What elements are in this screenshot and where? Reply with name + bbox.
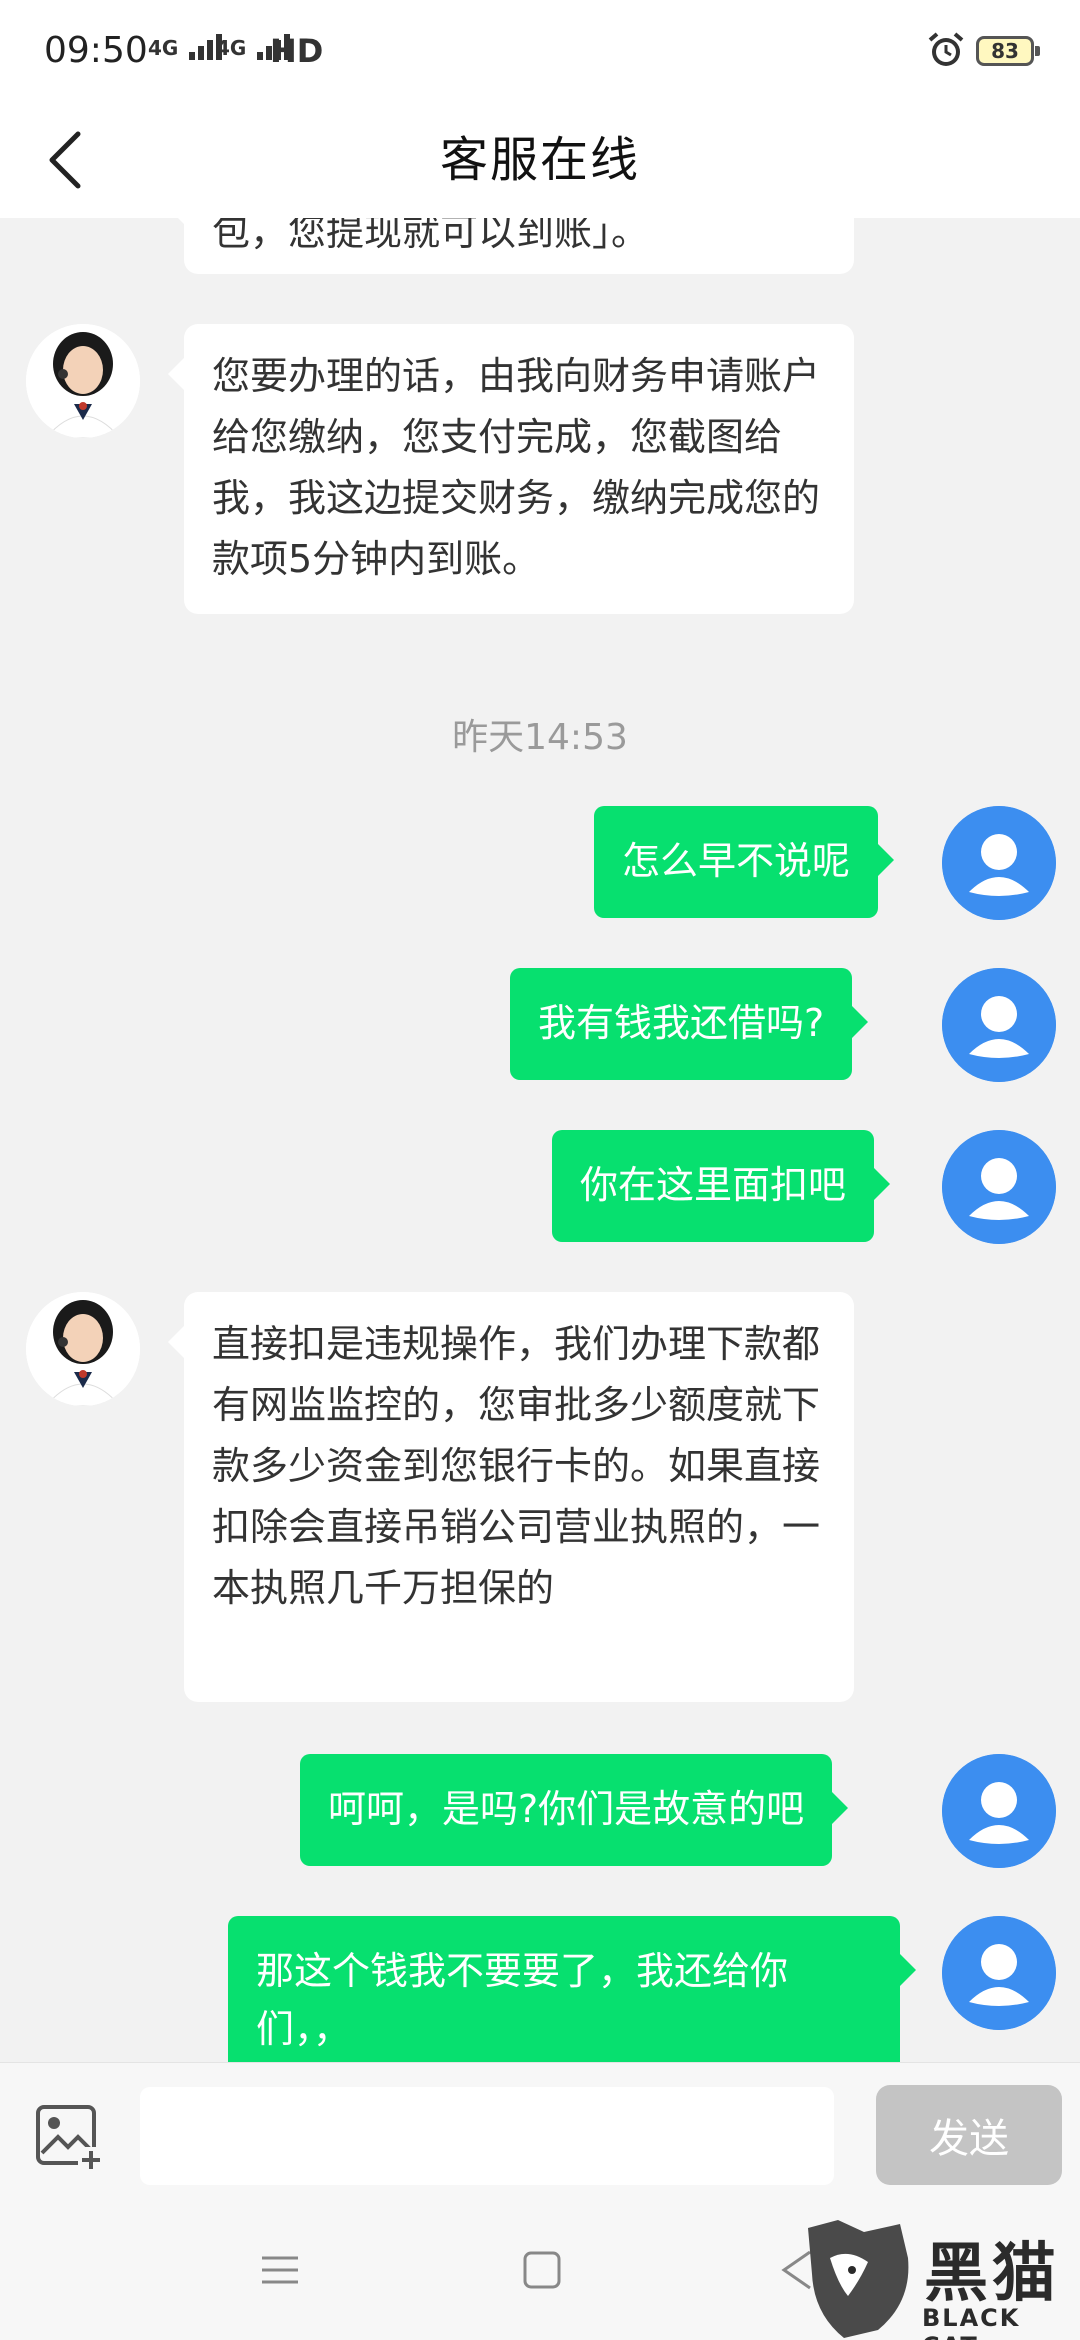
message-text: 怎么早不说呢 xyxy=(622,839,851,883)
message-text: 直接扣是违规操作，我们办理下款都有网监监控的，您审批多少额度就下款多少资金到您银… xyxy=(212,1322,821,1610)
menu-icon[interactable] xyxy=(258,2248,302,2292)
message-user-bubble: 我有钱我还借吗? xyxy=(510,968,869,1080)
user-avatar-icon xyxy=(942,1916,1056,2030)
network-type-1: 4G xyxy=(148,36,179,60)
user-avatar[interactable] xyxy=(942,1754,1056,1868)
watermark-en: BLACK CAT xyxy=(922,2304,1021,2340)
battery-indicator: 83 xyxy=(976,36,1040,66)
message-user-bubble: 怎么早不说呢 xyxy=(594,806,895,918)
page-title: 客服在线 xyxy=(439,132,640,188)
signal-1-icon: 4G xyxy=(148,34,223,60)
user-avatar-icon xyxy=(942,968,1056,1082)
chat-messages: 包，您提现就可以到账」。 您要办理的话，由我向财务申请账户给您缴纳，您支付完成，… xyxy=(0,218,1080,2062)
alarm-icon xyxy=(928,32,964,66)
status-time: 09:50 xyxy=(44,30,148,71)
agent-avatar[interactable] xyxy=(26,324,140,438)
user-avatar[interactable] xyxy=(942,968,1056,1082)
message-user-bubble: 你在这里面扣吧 xyxy=(552,1130,891,1242)
message-text: 我有钱我还借吗? xyxy=(538,1001,825,1045)
message-agent-partial: 包，您提现就可以到账」。 xyxy=(168,218,854,274)
user-avatar-icon xyxy=(942,1130,1056,1244)
home-icon[interactable] xyxy=(520,2248,564,2292)
user-avatar[interactable] xyxy=(942,806,1056,920)
message-input[interactable] xyxy=(140,2087,834,2185)
image-picker-icon[interactable] xyxy=(34,2101,106,2173)
agent-avatar[interactable] xyxy=(26,1292,140,1406)
message-text: 那这个钱我不要要了，我还给你们，， xyxy=(256,1949,789,2051)
message-composer: 发送 xyxy=(0,2062,1080,2203)
status-bar: 09:50 4G 4G HD 83 xyxy=(0,0,1080,100)
message-text: 你在这里面扣吧 xyxy=(580,1163,847,1207)
network-type-2: 4G xyxy=(216,36,247,60)
message-text: 您要办理的话，由我向财务申请账户给您缴纳，您支付完成，您截图给我，我这边提交财务… xyxy=(212,354,821,581)
chat-screen: 09:50 4G 4G HD 83 客服在线 包，您提现就可以到账」。 您要办理… xyxy=(0,0,1080,2340)
message-user-bubble: 那这个钱我不要要了，我还给你们，， xyxy=(228,1916,916,2062)
send-button[interactable]: 发送 xyxy=(876,2085,1062,2185)
user-avatar[interactable] xyxy=(942,1916,1056,2030)
user-avatar-icon xyxy=(942,806,1056,920)
agent-photo-icon xyxy=(26,324,140,438)
message-timestamp: 昨天14:53 xyxy=(452,717,628,758)
user-avatar[interactable] xyxy=(942,1130,1056,1244)
watermark-cn: 黑猫 xyxy=(924,2237,1060,2311)
agent-photo-icon xyxy=(26,1292,140,1406)
hd-indicator: HD xyxy=(270,32,324,70)
message-agent-bubble: 您要办理的话，由我向财务申请账户给您缴纳，您支付完成，您截图给我，我这边提交财务… xyxy=(168,324,854,614)
message-text: 包，您提现就可以到账」。 xyxy=(212,218,650,254)
app-header: 客服在线 xyxy=(0,100,1080,218)
user-avatar-icon xyxy=(942,1754,1056,1868)
message-text: 呵呵，是吗?你们是故意的吧 xyxy=(328,1787,805,1831)
message-user-bubble: 呵呵，是吗?你们是故意的吧 xyxy=(300,1754,849,1866)
message-agent-bubble: 直接扣是违规操作，我们办理下款都有网监监控的，您审批多少额度就下款多少资金到您银… xyxy=(168,1292,854,1702)
